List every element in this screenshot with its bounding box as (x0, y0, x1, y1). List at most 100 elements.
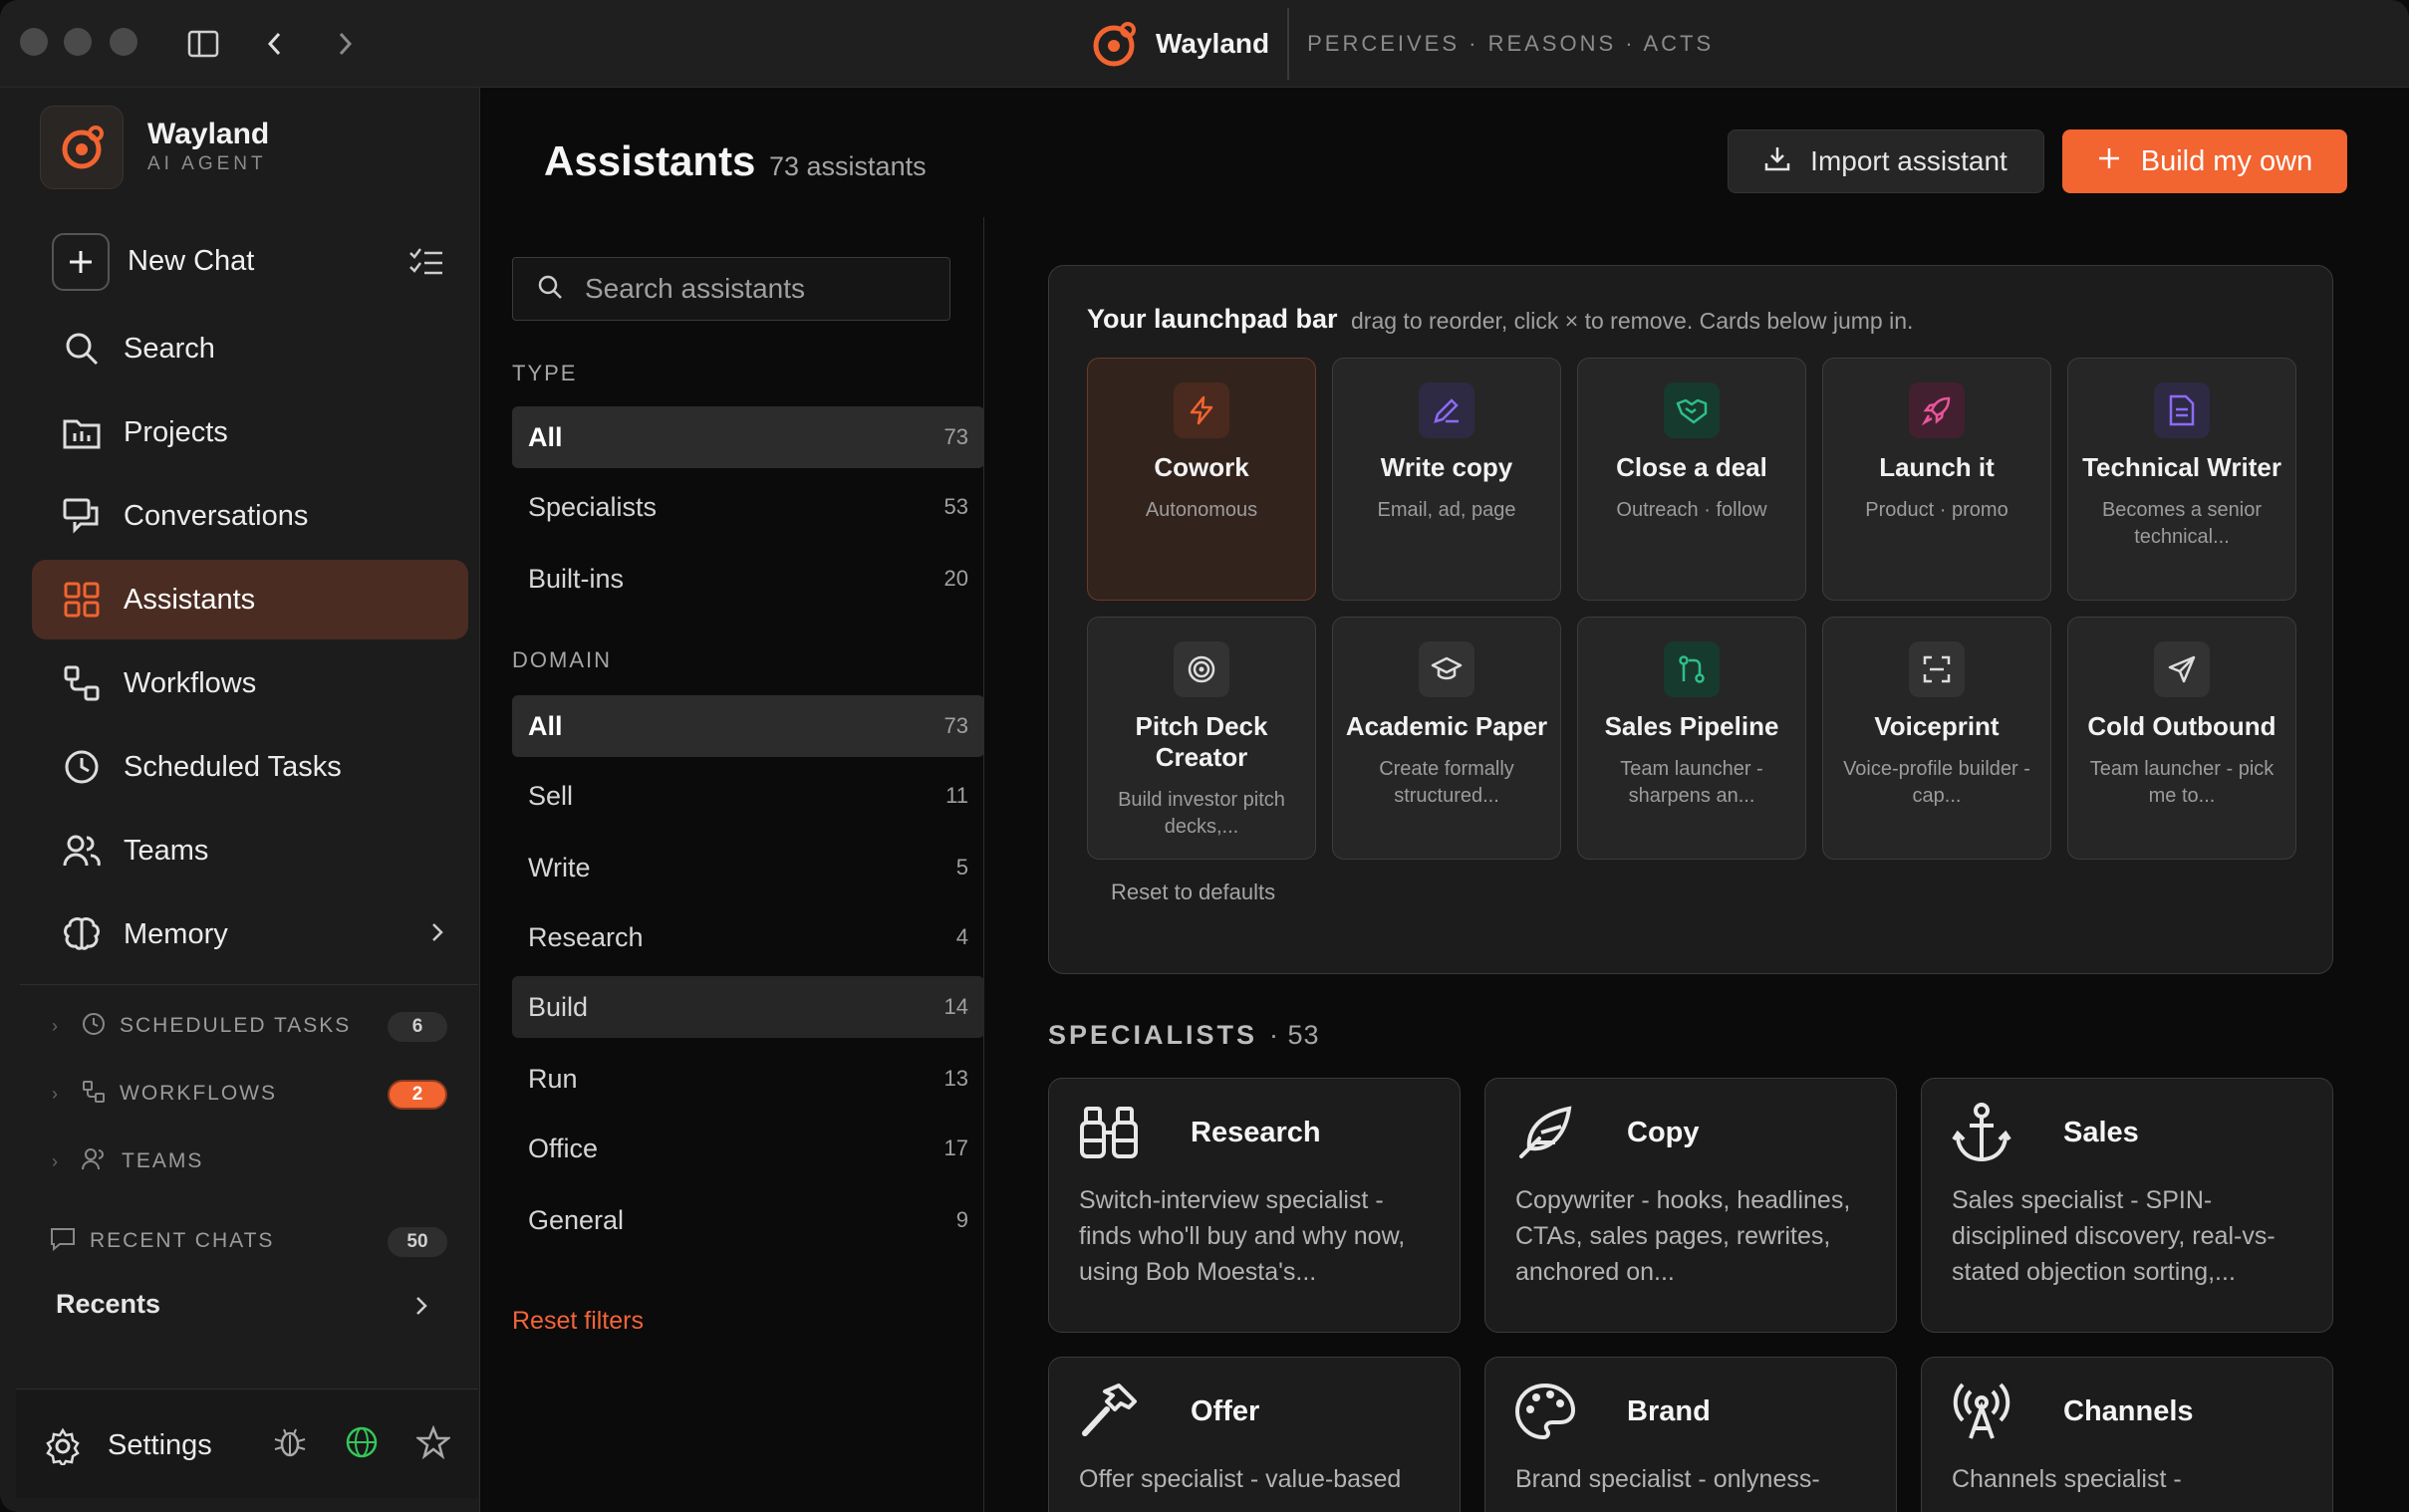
recents-link[interactable]: Recents (56, 1289, 160, 1320)
import-assistant-button[interactable]: Import assistant (1728, 129, 2044, 193)
sidebar-item-search[interactable]: Search (32, 309, 468, 388)
filter-count: 9 (955, 1207, 968, 1232)
filter-domain-run[interactable]: Run 13 (512, 1048, 984, 1110)
gear-icon[interactable] (44, 1427, 82, 1470)
plus-icon (2097, 145, 2121, 178)
filter-label: Office (528, 1133, 599, 1163)
filter-domain-sell[interactable]: Sell 11 (512, 765, 984, 827)
filter-domain-general[interactable]: General 9 (512, 1189, 984, 1251)
target-icon (1174, 641, 1229, 697)
feather-icon (1513, 1101, 1577, 1164)
specialist-card-sales[interactable]: Sales Sales specialist - SPIN-discipline… (1921, 1078, 2333, 1333)
section-label: RECENT CHATS (90, 1229, 275, 1252)
section-recent-chats[interactable]: RECENT CHATS (50, 1221, 274, 1261)
sidebar-item-label: Search (124, 332, 215, 365)
specialist-card-research[interactable]: Research Switch-interview specialist - f… (1048, 1078, 1461, 1333)
section-scheduled-tasks[interactable]: › SCHEDULED TASKS (52, 1006, 351, 1046)
launchpad-card-title: Sales Pipeline (1604, 711, 1779, 741)
sidebar-footer: Settings (16, 1388, 478, 1498)
sidebar-item-conversations[interactable]: Conversations (32, 476, 468, 556)
title-divider (1287, 8, 1290, 80)
people-icon (60, 829, 104, 873)
filter-domain-office[interactable]: Office 17 (512, 1118, 984, 1179)
launchpad-card-cowork[interactable]: Cowork Autonomous (1087, 358, 1316, 601)
scan-icon (1909, 641, 1965, 697)
filter-domain-research[interactable]: Research 4 (512, 906, 984, 968)
filter-domain-build[interactable]: Build 14 (512, 976, 984, 1038)
sidebar-item-memory[interactable]: Memory (32, 894, 468, 974)
filter-count: 11 (945, 783, 968, 808)
filter-count: 17 (943, 1135, 968, 1160)
star-icon[interactable] (414, 1424, 452, 1464)
back-icon[interactable] (255, 24, 295, 64)
sidebar-toggle-icon[interactable] (183, 24, 223, 64)
chevron-right-icon: › (52, 1015, 58, 1036)
section-label: TEAMS (122, 1149, 204, 1172)
bug-icon[interactable] (273, 1425, 307, 1464)
globe-icon[interactable] (345, 1425, 379, 1464)
launchpad-card-close-a-deal[interactable]: Close a deal Outreach · follow (1577, 358, 1806, 601)
download-icon (1764, 145, 1790, 178)
import-assistant-label: Import assistant (1810, 145, 2008, 176)
sidebar-item-assistants[interactable]: Assistants (32, 560, 468, 639)
chevron-right-icon[interactable] (414, 1295, 428, 1322)
launchpad-card-technical-writer[interactable]: Technical Writer Becomes a senior techni… (2067, 358, 2296, 601)
specialists-heading: SPECIALISTS · 53 (1048, 1020, 1320, 1051)
pipeline-icon (1664, 641, 1720, 697)
task-list-icon[interactable] (408, 247, 444, 284)
launchpad-card-academic-paper[interactable]: Academic Paper Create formally structure… (1332, 617, 1561, 860)
launchpad-card-launch-it[interactable]: Launch it Product · promo (1822, 358, 2051, 601)
specialist-desc: Channels specialist - (1952, 1465, 2182, 1493)
window-close-button[interactable] (20, 28, 48, 56)
filter-label: Build (528, 991, 589, 1022)
launchpad-card-title: Write copy (1380, 452, 1513, 482)
filter-domain-all[interactable]: All 73 (512, 695, 984, 757)
sidebar-item-workflows[interactable]: Workflows (32, 643, 468, 723)
launchpad-card-pitch-deck-creator[interactable]: Pitch Deck Creator Build investor pitch … (1087, 617, 1316, 860)
filter-label: Write (528, 852, 591, 882)
new-chat-button[interactable] (52, 233, 110, 291)
sidebar-item-scheduled-tasks[interactable]: Scheduled Tasks (32, 727, 468, 807)
filter-domain-write[interactable]: Write 5 (512, 837, 984, 898)
chat-bubbles-icon (60, 494, 104, 538)
launchpad-card-sales-pipeline[interactable]: Sales Pipeline Team launcher - sharpens … (1577, 617, 1806, 860)
filter-type-all[interactable]: All 73 (512, 406, 984, 468)
section-workflows[interactable]: › WORKFLOWS (52, 1074, 277, 1114)
filter-type-specialists[interactable]: Specialists 53 (512, 476, 984, 538)
section-teams[interactable]: › TEAMS (52, 1141, 203, 1181)
sidebar-item-teams[interactable]: Teams (32, 811, 468, 890)
search-icon (537, 274, 563, 305)
window-zoom-button[interactable] (110, 28, 137, 56)
recent-chats-count-badge: 50 (388, 1227, 447, 1257)
filter-type-built-ins[interactable]: Built-ins 20 (512, 548, 984, 610)
section-label: SCHEDULED TASKS (120, 1014, 352, 1037)
specialists-count: · 53 (1269, 1020, 1320, 1050)
folder-icon (60, 410, 104, 454)
sidebar-item-projects[interactable]: Projects (32, 392, 468, 472)
launchpad-card-desc: Email, ad, page (1377, 499, 1516, 521)
launchpad-card-desc: Autonomous (1145, 499, 1258, 521)
specialist-card-offer[interactable]: Offer Offer specialist - value-based (1048, 1357, 1461, 1512)
anchor-icon (1950, 1101, 2013, 1164)
filter-count: 4 (955, 924, 968, 949)
launchpad-card-cold-outbound[interactable]: Cold Outbound Team launcher - pick me to… (2067, 617, 2296, 860)
window-minimize-button[interactable] (64, 28, 92, 56)
forward-icon[interactable] (325, 24, 365, 64)
wayland-logo-icon (62, 126, 104, 169)
specialist-card-channels[interactable]: Channels Channels specialist - (1921, 1357, 2333, 1512)
specialist-card-brand[interactable]: Brand Brand specialist - onlyness- (1484, 1357, 1897, 1512)
launchpad-card-voiceprint[interactable]: Voiceprint Voice-profile builder - cap..… (1822, 617, 2051, 860)
settings-link[interactable]: Settings (108, 1429, 212, 1462)
search-input[interactable]: Search assistants (512, 257, 950, 321)
specialist-card-copy[interactable]: Copy Copywriter - hooks, headlines, CTAs… (1484, 1078, 1897, 1333)
build-my-own-button[interactable]: Build my own (2062, 129, 2347, 193)
app-logo[interactable] (40, 106, 124, 189)
filter-count: 73 (943, 713, 968, 738)
filter-label: All (528, 421, 563, 452)
reset-to-defaults-link[interactable]: Reset to defaults (1111, 880, 1275, 905)
new-chat-label[interactable]: New Chat (128, 245, 254, 278)
workflow-icon (82, 1080, 106, 1109)
launchpad-card-write-copy[interactable]: Write copy Email, ad, page (1332, 358, 1561, 601)
filter-count: 20 (943, 566, 968, 591)
reset-filters-link[interactable]: Reset filters (512, 1307, 644, 1336)
